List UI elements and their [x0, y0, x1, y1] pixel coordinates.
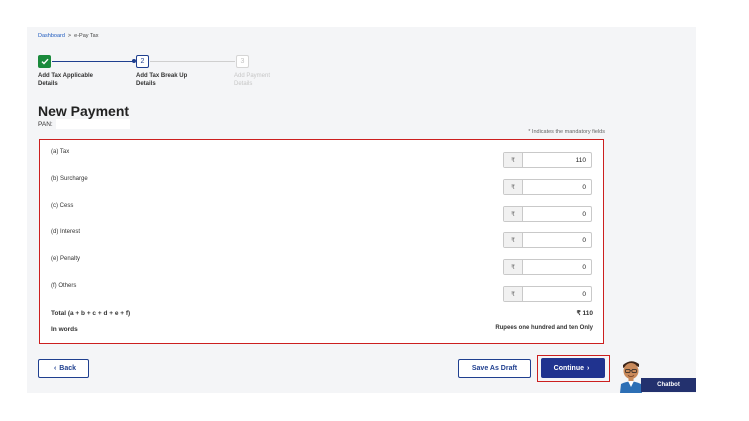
others-input[interactable]: ₹ 0: [503, 286, 592, 302]
step-2-label: Add Tax Break Up Details: [136, 73, 188, 87]
cess-label: (c) Cess: [51, 203, 74, 209]
step-3-indicator: 3: [236, 55, 249, 68]
step-connector-2: [150, 61, 235, 62]
save-as-draft-button[interactable]: Save As Draft: [458, 359, 531, 378]
back-button-label: Back: [59, 365, 77, 372]
step-3-label: Add Payment Details: [234, 73, 271, 87]
chevron-right-icon: ›: [586, 364, 590, 372]
page-title: New Payment: [38, 103, 130, 119]
tax-label: (a) Tax: [51, 149, 70, 155]
rupee-icon: ₹: [504, 233, 523, 247]
pan-label: PAN:: [38, 121, 53, 128]
others-label: (f) Others: [51, 283, 77, 289]
rupee-icon: ₹: [504, 207, 523, 221]
interest-input[interactable]: ₹ 0: [503, 232, 592, 248]
continue-button[interactable]: Continue ›: [541, 358, 605, 378]
surcharge-label: (b) Surcharge: [51, 176, 88, 182]
chatbot-button[interactable]: Chatbot: [641, 378, 696, 392]
tax-value[interactable]: 110: [523, 153, 591, 167]
rupee-icon: ₹: [504, 153, 523, 167]
breadcrumb-dashboard-link[interactable]: Dashboard: [38, 33, 65, 39]
surcharge-input[interactable]: ₹ 0: [503, 179, 592, 195]
rupee-icon: ₹: [504, 260, 523, 274]
breadcrumb-separator: >: [67, 33, 72, 39]
surcharge-value[interactable]: 0: [523, 180, 591, 194]
tax-breakup-form: (a) Tax ₹ 110 (b) Surcharge ₹ 0 (c) Cess…: [39, 139, 604, 344]
penalty-value[interactable]: 0: [523, 260, 591, 274]
interest-value[interactable]: 0: [523, 233, 591, 247]
step-1-check-icon: [38, 55, 51, 68]
tax-input[interactable]: ₹ 110: [503, 152, 592, 168]
in-words-label: In words: [51, 326, 78, 333]
cess-value[interactable]: 0: [523, 207, 591, 221]
save-as-draft-label: Save As Draft: [471, 365, 518, 372]
back-button[interactable]: ‹ Back: [38, 359, 89, 378]
step-2-indicator: 2: [136, 55, 149, 68]
step-connector-1: [52, 59, 136, 63]
rupee-icon: ₹: [504, 180, 523, 194]
continue-button-label: Continue: [553, 364, 584, 372]
total-value: ₹ 110: [576, 310, 593, 317]
breadcrumb: Dashboard > e-Pay Tax: [38, 33, 99, 39]
mandatory-note: * Indicates the mandatory fields: [528, 129, 605, 135]
cess-input[interactable]: ₹ 0: [503, 206, 592, 222]
total-label: Total (a + b + c + d + e + f): [51, 310, 131, 317]
penalty-input[interactable]: ₹ 0: [503, 259, 592, 275]
breadcrumb-current: e-Pay Tax: [74, 33, 99, 39]
step-1-label: Add Tax Applicable Details: [38, 73, 94, 87]
chevron-left-icon: ‹: [53, 365, 57, 372]
others-value[interactable]: 0: [523, 287, 591, 301]
rupee-icon: ₹: [504, 287, 523, 301]
penalty-label: (e) Penalty: [51, 256, 81, 262]
in-words-value: Rupees one hundred and ten Only: [495, 325, 593, 331]
interest-label: (d) Interest: [51, 229, 81, 235]
pan-value: [56, 119, 130, 129]
